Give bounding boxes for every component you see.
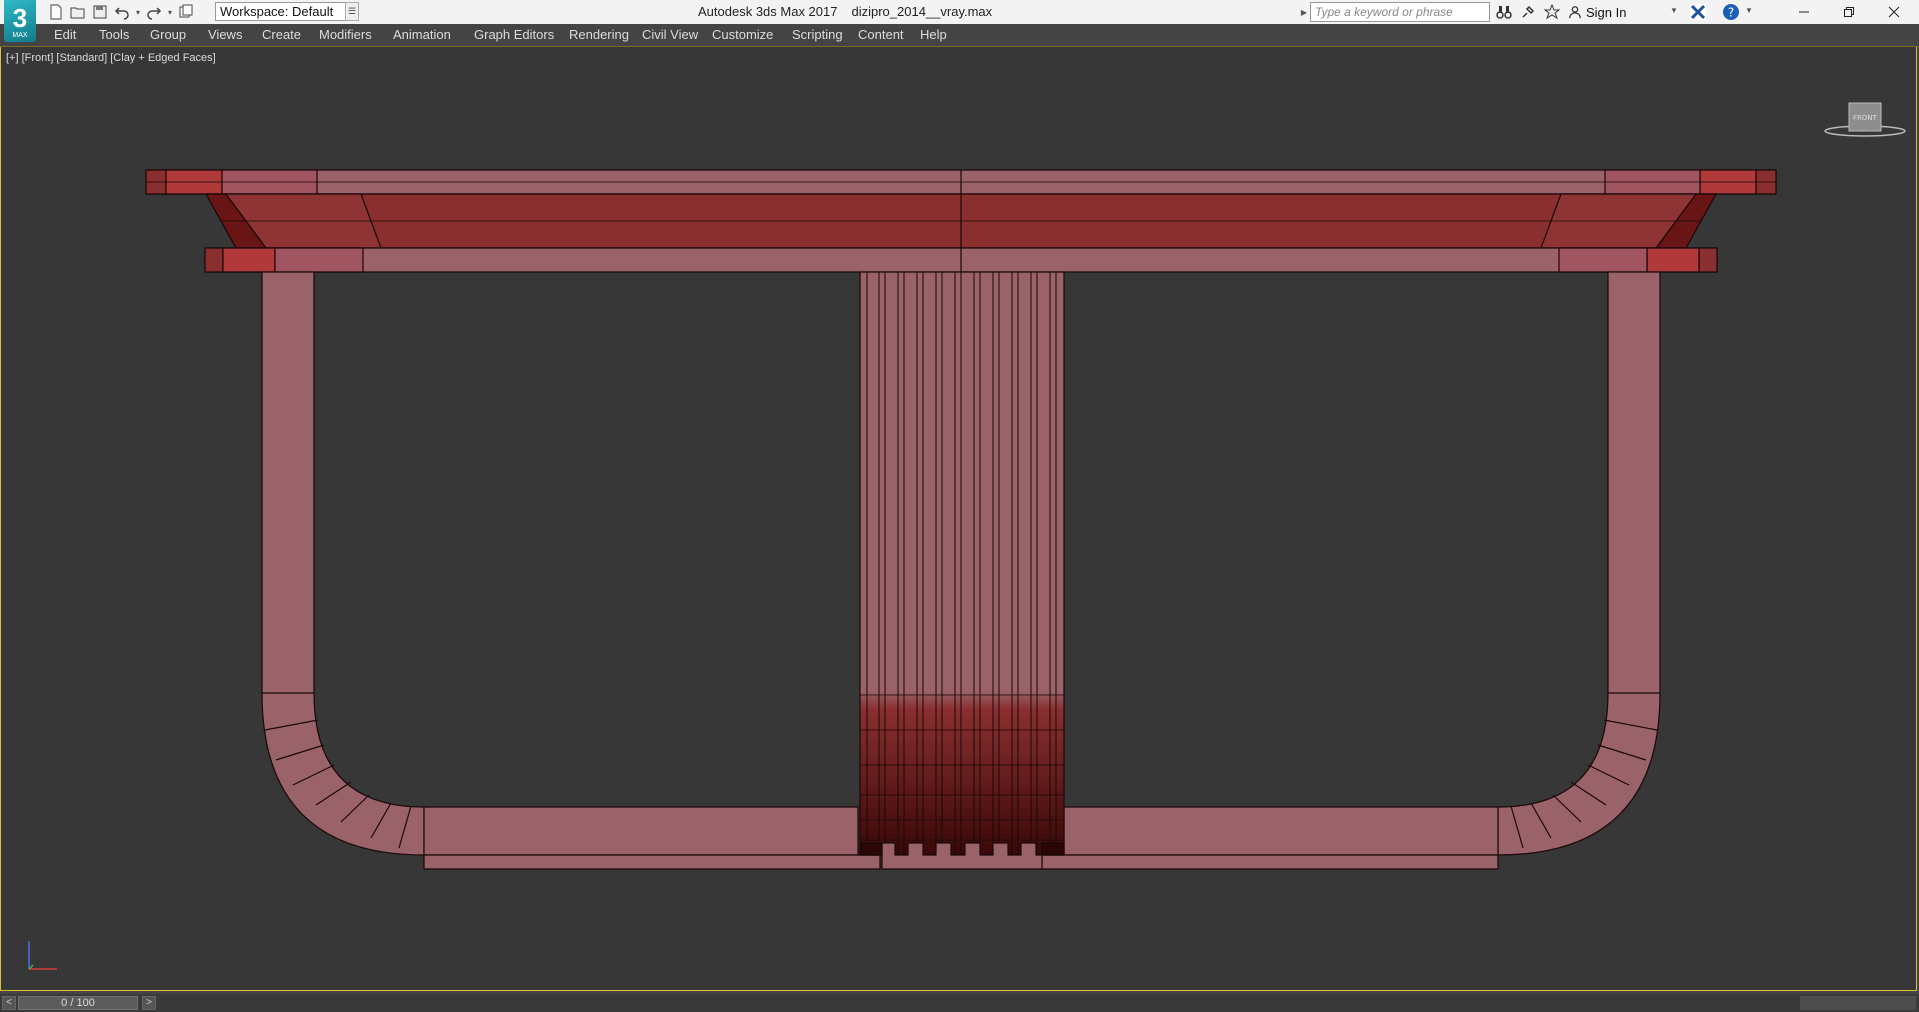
redo-dropdown-icon[interactable]: ▾ — [166, 2, 174, 22]
communication-center-icon[interactable] — [1518, 2, 1538, 22]
redo-icon[interactable] — [144, 2, 164, 22]
app-logo-sub: MAX — [12, 32, 28, 39]
help-dropdown-icon[interactable]: ▼ — [1745, 6, 1753, 15]
svg-text:?: ? — [1728, 6, 1734, 20]
toolbar-overflow-button[interactable]: ☰ — [345, 2, 359, 21]
restore-button[interactable] — [1826, 0, 1872, 24]
menu-edit[interactable]: Edit — [54, 27, 76, 42]
next-frame-button[interactable]: > — [142, 996, 156, 1010]
sign-in-label: Sign In — [1586, 4, 1627, 20]
timeline-end-area — [1800, 996, 1916, 1010]
save-icon[interactable] — [90, 2, 110, 22]
menu-bar: Edit Tools Group Views Create Modifiers … — [0, 24, 1919, 47]
time-slider-bar: < 0 / 100 > — [0, 994, 1919, 1012]
menu-modifiers[interactable]: Modifiers — [319, 27, 372, 42]
front-viewport[interactable]: [+] [Front] [Standard] [Clay + Edged Fac… — [0, 47, 1917, 991]
menu-civil-view[interactable]: Civil View — [642, 27, 698, 42]
restore-icon — [1844, 7, 1854, 17]
open-file-icon[interactable] — [68, 2, 88, 22]
title-bar: 3MAX ▾ ▾ Workspace: Default ▼ ☰ Autodesk… — [0, 0, 1919, 42]
close-button[interactable] — [1871, 0, 1917, 24]
workspace-label: Workspace: Default — [220, 4, 334, 19]
table-model[interactable] — [1, 47, 1918, 991]
menu-help[interactable]: Help — [920, 27, 947, 42]
app-name: Autodesk 3ds Max 2017 — [698, 4, 838, 19]
new-file-icon[interactable] — [46, 2, 66, 22]
menu-views[interactable]: Views — [208, 27, 242, 42]
autodesk-exchange-icon[interactable] — [1689, 3, 1707, 21]
binoculars-icon[interactable] — [1494, 2, 1514, 22]
app-logo-text: 3 — [12, 3, 28, 33]
menu-create[interactable]: Create — [262, 27, 301, 42]
info-center-icons — [1494, 2, 1562, 22]
project-folder-icon[interactable] — [176, 2, 196, 22]
help-icon[interactable]: ? — [1722, 3, 1740, 21]
window-title: Autodesk 3ds Max 2017 dizipro_2014__vray.… — [698, 4, 1006, 19]
minimize-icon — [1799, 11, 1809, 13]
search-input[interactable] — [1310, 2, 1490, 22]
menu-animation[interactable]: Animation — [393, 27, 451, 42]
menu-scripting[interactable]: Scripting — [792, 27, 843, 42]
minimize-button[interactable] — [1781, 0, 1827, 24]
undo-icon[interactable] — [112, 2, 132, 22]
menu-content[interactable]: Content — [858, 27, 904, 42]
menu-rendering[interactable]: Rendering — [569, 27, 629, 42]
user-icon — [1569, 6, 1581, 19]
menu-customize[interactable]: Customize — [712, 27, 773, 42]
close-icon — [1888, 6, 1900, 18]
sign-in-dropdown-icon[interactable]: ▼ — [1670, 6, 1678, 15]
workspace-dropdown[interactable]: Workspace: Default ▼ — [215, 2, 355, 21]
quick-access-toolbar: ▾ ▾ — [46, 2, 196, 22]
menu-tools[interactable]: Tools — [99, 27, 129, 42]
menu-graph-editors[interactable]: Graph Editors — [474, 27, 554, 42]
menu-group[interactable]: Group — [150, 27, 186, 42]
search-expand-icon[interactable]: ▶ — [1299, 3, 1309, 22]
time-slider[interactable]: 0 / 100 — [18, 996, 138, 1010]
favorites-star-icon[interactable] — [1542, 2, 1562, 22]
file-name: dizipro_2014__vray.max — [851, 4, 993, 19]
undo-dropdown-icon[interactable]: ▾ — [134, 2, 142, 22]
prev-frame-button[interactable]: < — [2, 996, 16, 1010]
app-logo-icon[interactable]: 3 MAX — [4, 0, 36, 42]
axis-tripod-icon — [28, 941, 57, 970]
timeline-track[interactable] — [160, 996, 1800, 1010]
sign-in-button[interactable]: Sign In — [1568, 2, 1626, 22]
